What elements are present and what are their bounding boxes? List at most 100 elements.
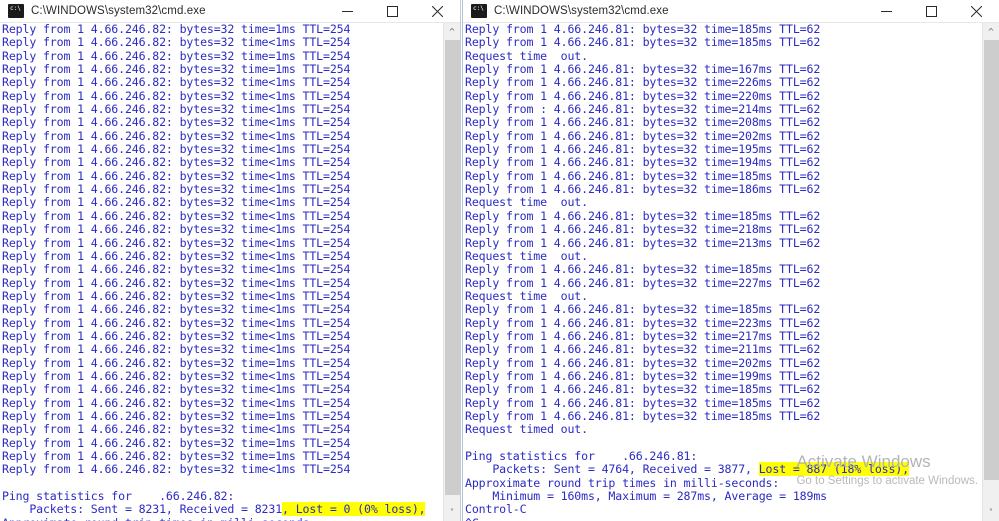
scroll-up-icon[interactable]: ^ <box>444 23 460 40</box>
console-line: Reply from 1 4.66.246.81: bytes=32 time=… <box>465 302 821 317</box>
minimize-icon <box>881 11 892 12</box>
titlebar-right[interactable]: C:\WINDOWS\system32\cmd.exe <box>463 0 999 23</box>
console-line: Reply from 1 4.66.246.82: bytes=32 time<… <box>2 168 351 183</box>
console-line: Reply from 1 4.66.246.81: bytes=32 time=… <box>465 222 821 237</box>
console-output-right[interactable]: Reply from 1 4.66.246.81: bytes=32 time=… <box>463 23 999 521</box>
console-line: Reply from 1 4.66.246.81: bytes=32 time=… <box>465 115 821 130</box>
maximize-icon <box>926 6 937 17</box>
console-line: Reply from 1 4.66.246.82: bytes=32 time<… <box>2 462 351 477</box>
window-controls-left <box>325 0 460 23</box>
console-line: Reply from 1 4.66.246.81: bytes=32 time=… <box>465 208 821 223</box>
maximize-button[interactable] <box>370 0 415 23</box>
scroll-down-icon[interactable]: ˅ <box>444 504 460 521</box>
console-line: Reply from 1 4.66.246.82: bytes=32 time<… <box>2 182 351 197</box>
scrollbar-left[interactable]: ^ ˅ <box>443 23 460 521</box>
console-line: Reply from 1 4.66.246.82: bytes=32 time=… <box>2 48 351 63</box>
console-line: Reply from 1 4.66.246.81: bytes=32 time=… <box>465 155 821 170</box>
console-line: Reply from 1 4.66.246.82: bytes=32 time<… <box>2 155 351 170</box>
console-line: Request time out. <box>465 248 588 263</box>
console-line: Request timed out. <box>465 422 588 437</box>
console-line: Reply from 1 4.66.246.81: bytes=32 time=… <box>465 408 821 423</box>
minimize-button[interactable] <box>864 0 909 23</box>
console-line: Reply from 1 4.66.246.81: bytes=32 time=… <box>465 128 821 143</box>
scroll-up-icon[interactable]: ^ <box>983 23 999 40</box>
console-line: Reply from 1 4.66.246.82: bytes=32 time<… <box>2 75 351 90</box>
close-button[interactable] <box>954 0 999 23</box>
console-line: Reply from 1 4.66.246.82: bytes=32 time<… <box>2 235 351 250</box>
cmd-window-right[interactable]: C:\WINDOWS\system32\cmd.exe <box>462 0 999 521</box>
console-line: Reply from 1 4.66.246.82: bytes=32 time<… <box>2 142 351 157</box>
console-line: Reply from 1 4.66.246.81: bytes=32 time=… <box>465 262 821 277</box>
rtt-values: Minimum = 160ms, Maximum = 287ms, Averag… <box>465 489 827 504</box>
console-line: Reply from 1 4.66.246.81: bytes=32 time=… <box>465 328 821 343</box>
console-line: Reply from 1 4.66.246.82: bytes=32 time<… <box>2 275 351 290</box>
console-line: Reply from 1 4.66.246.82: bytes=32 time<… <box>2 288 351 303</box>
console-line: Reply from 1 4.66.246.81: bytes=32 time=… <box>465 142 821 157</box>
cmd-icon <box>8 4 24 18</box>
rtt-header: Approximate round trip times in milli-se… <box>2 516 425 521</box>
console-line: Reply from 1 4.66.246.82: bytes=32 time<… <box>2 248 351 263</box>
packet-loss-highlight: , Lost = 0 (0% loss), <box>282 502 426 517</box>
console-line: Reply from 1 4.66.246.82: bytes=32 time<… <box>2 128 351 143</box>
cmd-icon <box>471 4 487 18</box>
packets-sent-received: Packets: Sent = 4764, Received = 3877, <box>465 462 759 477</box>
console-line: Reply from 1 4.66.246.81: bytes=32 time=… <box>465 235 821 250</box>
maximize-button[interactable] <box>909 0 954 23</box>
console-line: Reply from 1 4.66.246.82: bytes=32 time=… <box>2 449 351 463</box>
titlebar-left[interactable]: C:\WINDOWS\system32\cmd.exe <box>0 0 460 23</box>
console-line: Reply from : 4.66.246.81: bytes=32 time=… <box>465 102 821 117</box>
console-line: Request time out. <box>465 195 588 210</box>
console-line: Reply from 1 4.66.246.81: bytes=32 time=… <box>465 75 821 90</box>
scrollbar-thumb-right[interactable] <box>984 40 999 480</box>
console-line: Reply from 1 4.66.246.82: bytes=32 time<… <box>2 395 351 410</box>
scrollbar-thumb-left[interactable] <box>445 40 460 495</box>
console-line: Reply from 1 4.66.246.82: bytes=32 time<… <box>2 208 351 223</box>
scroll-down-icon[interactable]: ˅ <box>983 504 999 521</box>
console-line: Reply from 1 4.66.246.82: bytes=32 time<… <box>2 88 351 103</box>
console-line: Reply from 1 4.66.246.82: bytes=32 time<… <box>2 368 351 383</box>
console-line: Reply from 1 4.66.246.82: bytes=32 time=… <box>2 435 351 450</box>
console-line: Reply from 1 4.66.246.82: bytes=32 time<… <box>2 422 351 437</box>
console-line: Reply from 1 4.66.246.82: bytes=32 time=… <box>2 408 351 423</box>
console-line: Reply from 1 4.66.246.81: bytes=32 time=… <box>465 355 821 370</box>
console-line: Reply from 1 4.66.246.82: bytes=32 time<… <box>2 102 351 117</box>
console-line: Reply from 1 4.66.246.81: bytes=32 time=… <box>465 182 821 197</box>
minimize-icon <box>342 11 353 12</box>
console-text-right: Reply from 1 4.66.246.81: bytes=32 time=… <box>465 23 909 521</box>
window-title-right: C:\WINDOWS\system32\cmd.exe <box>494 5 669 17</box>
console-line: Reply from 1 4.66.246.81: bytes=32 time=… <box>465 395 821 410</box>
scrollbar-right[interactable]: ^ ˅ <box>982 23 999 521</box>
console-line: Reply from 1 4.66.246.82: bytes=32 time<… <box>2 262 351 277</box>
console-line: Request time out. <box>465 48 588 63</box>
minimize-button[interactable] <box>325 0 370 23</box>
rtt-header: Approximate round trip times in milli-se… <box>465 475 780 490</box>
packets-line: Packets: Sent = 8231, Received = 8231, L… <box>2 502 426 517</box>
console-text-left: Reply from 1 4.66.246.82: bytes=32 time=… <box>2 23 426 521</box>
cmd-window-left[interactable]: C:\WINDOWS\system32\cmd.exe <box>0 0 461 521</box>
console-line: Reply from 1 4.66.246.82: bytes=32 time<… <box>2 195 351 210</box>
console-line: Reply from 1 4.66.246.82: bytes=32 time<… <box>2 302 351 317</box>
ping-statistics-header: Ping statistics for .66.246.82: <box>2 489 235 504</box>
close-icon <box>971 6 982 17</box>
console-line: Reply from 1 4.66.246.82: bytes=32 time=… <box>2 355 351 370</box>
console-line: Reply from 1 4.66.246.82: bytes=32 time<… <box>2 315 351 330</box>
console-output-left[interactable]: Reply from 1 4.66.246.82: bytes=32 time=… <box>0 23 460 521</box>
packets-sent-received: Packets: Sent = 8231, Received = 8231 <box>2 502 283 517</box>
console-line: Request time out. <box>465 288 588 303</box>
console-line: Reply from 1 4.66.246.81: bytes=32 time=… <box>465 88 821 103</box>
console-line: Reply from 1 4.66.246.82: bytes=32 time=… <box>2 62 351 77</box>
desktop: C:\WINDOWS\system32\cmd.exe <box>0 0 999 521</box>
close-icon <box>432 6 443 17</box>
console-line: Reply from 1 4.66.246.81: bytes=32 time=… <box>465 275 821 290</box>
console-line: Reply from 1 4.66.246.81: bytes=32 time=… <box>465 23 821 36</box>
console-line: Reply from 1 4.66.246.82: bytes=32 time<… <box>2 342 351 357</box>
caret-c-line: ^C <box>465 516 909 521</box>
console-line: Reply from 1 4.66.246.81: bytes=32 time=… <box>465 168 821 183</box>
console-line: Reply from 1 4.66.246.81: bytes=32 time=… <box>465 62 821 77</box>
console-line: Reply from 1 4.66.246.82: bytes=32 time<… <box>2 115 351 130</box>
close-button[interactable] <box>415 0 460 23</box>
packets-line: Packets: Sent = 4764, Received = 3877, L… <box>465 462 909 477</box>
console-line: Reply from 1 4.66.246.82: bytes=32 time=… <box>2 23 351 36</box>
